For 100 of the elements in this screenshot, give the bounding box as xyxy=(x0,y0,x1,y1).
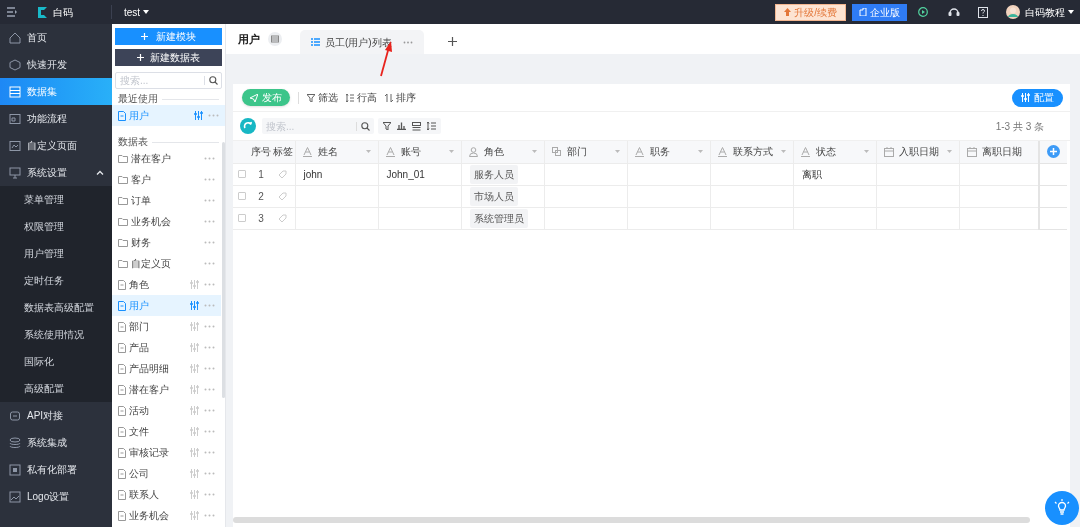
logo-text: 白码 xyxy=(53,5,73,20)
lightbulb-button[interactable] xyxy=(1045,491,1079,525)
department-icon xyxy=(551,146,562,157)
table-list-item[interactable]: 自定义页 xyxy=(112,253,221,274)
horizontal-scrollbar[interactable] xyxy=(233,517,1030,523)
role-tag: 市场人员 xyxy=(469,186,518,206)
row-checkbox[interactable] xyxy=(238,170,246,178)
sliders-icon[interactable] xyxy=(190,364,199,373)
table-list-item[interactable]: 财务 xyxy=(112,232,221,253)
play-icon[interactable] xyxy=(918,7,928,17)
column-header[interactable]: 部门 xyxy=(544,141,627,163)
nav-subitem[interactable]: 数据表高级配置 xyxy=(0,294,112,321)
caret-icon xyxy=(697,150,703,154)
table-list-item[interactable]: 业务机会 xyxy=(112,505,221,526)
table-list-item[interactable]: 业务机会 xyxy=(112,211,221,232)
more-icon[interactable] xyxy=(402,40,413,44)
add-column-icon[interactable] xyxy=(1047,145,1060,159)
column-header[interactable]: 角色 xyxy=(461,141,544,163)
sort-button[interactable]: 排序 xyxy=(385,90,416,105)
filter-button[interactable]: 筛选 xyxy=(307,90,338,105)
send-icon xyxy=(250,93,258,102)
table-list-item[interactable]: 角色 xyxy=(112,274,221,295)
user-menu[interactable]: 白码教程 xyxy=(1025,4,1074,20)
row-height-icon[interactable] xyxy=(427,122,436,130)
section-label: 最近使用 xyxy=(118,94,158,104)
tag-icon[interactable] xyxy=(278,191,288,201)
table-list-item[interactable]: 审核记录 xyxy=(112,442,221,463)
filter-icon[interactable] xyxy=(383,122,391,130)
nav-item[interactable]: Logo设置 xyxy=(0,483,112,510)
sliders-icon[interactable] xyxy=(190,490,199,499)
table-list-item[interactable]: 客户 xyxy=(112,169,221,190)
row-checkbox[interactable] xyxy=(238,214,246,222)
column-header[interactable]: 姓名 xyxy=(295,141,378,163)
nav-item[interactable]: 功能流程 xyxy=(0,105,112,132)
table-list-item[interactable]: 联系人 xyxy=(112,484,221,505)
table-list-item[interactable]: 潜在客户 xyxy=(112,379,221,400)
sliders-icon[interactable] xyxy=(190,469,199,478)
column-header[interactable]: 状态 xyxy=(793,141,876,163)
column-header[interactable]: 职务 xyxy=(627,141,710,163)
document-icon xyxy=(118,342,126,353)
sliders-icon[interactable] xyxy=(190,280,199,289)
sliders-icon[interactable] xyxy=(190,343,199,352)
search-field[interactable]: 搜索... xyxy=(115,72,222,89)
nav-subitem[interactable]: 权限管理 xyxy=(0,213,112,240)
nav-item[interactable]: API对接 xyxy=(0,402,112,429)
sliders-icon[interactable] xyxy=(190,385,199,394)
tag-icon[interactable] xyxy=(278,213,288,223)
refresh-button[interactable] xyxy=(240,118,256,134)
sliders-icon[interactable] xyxy=(190,511,199,520)
nav-subitem[interactable]: 定时任务 xyxy=(0,267,112,294)
sliders-icon[interactable] xyxy=(190,427,199,436)
avatar-icon[interactable] xyxy=(1006,5,1020,19)
row-height-button[interactable]: 行高 xyxy=(346,90,377,105)
new-table-button[interactable]: 新建数据表 xyxy=(115,49,222,66)
add-tab-icon[interactable] xyxy=(447,37,457,46)
bar-chart-icon[interactable] xyxy=(397,122,406,130)
document-icon xyxy=(118,468,126,479)
table-list-item[interactable]: 公司 xyxy=(112,463,221,484)
menu-icon[interactable] xyxy=(6,7,18,17)
nav-item[interactable]: 首页 xyxy=(0,24,112,51)
column-header[interactable]: 入职日期 xyxy=(876,141,959,163)
sliders-icon[interactable] xyxy=(190,448,199,457)
sliders-icon[interactable] xyxy=(194,111,203,120)
nav-subitem[interactable]: 国际化 xyxy=(0,348,112,375)
nav-item[interactable]: 私有化部署 xyxy=(0,456,112,483)
nav-subitem[interactable]: 高级配置 xyxy=(0,375,112,402)
nav-subitem[interactable]: 菜单管理 xyxy=(0,186,112,213)
search-icon[interactable] xyxy=(209,76,218,85)
edition-button[interactable]: 企业版 xyxy=(852,3,907,21)
table-list-item[interactable]: 产品明细 xyxy=(112,358,221,379)
sliders-icon[interactable] xyxy=(190,406,199,415)
column-header[interactable]: 账号 xyxy=(378,141,461,163)
sort-icon xyxy=(385,93,393,102)
table-list-item[interactable]: 潜在客户 xyxy=(112,148,221,169)
nav-subitem[interactable]: 系统使用情况 xyxy=(0,321,112,348)
table-list-item[interactable]: 活动 xyxy=(112,400,221,421)
nav-subitem[interactable]: 用户管理 xyxy=(0,240,112,267)
project-dropdown[interactable]: test xyxy=(111,5,150,19)
column-header[interactable]: 离职日期 xyxy=(959,141,1039,163)
group-icon[interactable] xyxy=(412,121,421,131)
tag-icon[interactable] xyxy=(278,169,288,179)
table-list-item[interactable]: 文件 xyxy=(112,421,221,442)
calendar-icon xyxy=(883,146,894,157)
row-checkbox[interactable] xyxy=(238,192,246,200)
nav-item[interactable]: 系统集成 xyxy=(0,429,112,456)
row-number: 1 xyxy=(251,163,271,185)
column-header[interactable]: 联系方式 xyxy=(710,141,793,163)
search-icon[interactable] xyxy=(361,122,370,131)
table-icon[interactable] xyxy=(268,32,282,46)
table-list-item[interactable]: 订单 xyxy=(112,190,221,211)
nav-item[interactable]: 快速开发 xyxy=(0,51,112,78)
nav-item[interactable]: 系统设置 xyxy=(0,159,112,186)
sliders-icon[interactable] xyxy=(190,322,199,331)
table-list-item[interactable]: 部门 xyxy=(112,316,221,337)
headset-icon[interactable] xyxy=(948,7,960,17)
document-icon xyxy=(118,405,126,416)
sliders-icon[interactable] xyxy=(190,301,199,310)
help-icon[interactable] xyxy=(978,6,988,18)
table-list-item[interactable]: 产品 xyxy=(112,337,221,358)
nav-item[interactable]: 自定义页面 xyxy=(0,132,112,159)
